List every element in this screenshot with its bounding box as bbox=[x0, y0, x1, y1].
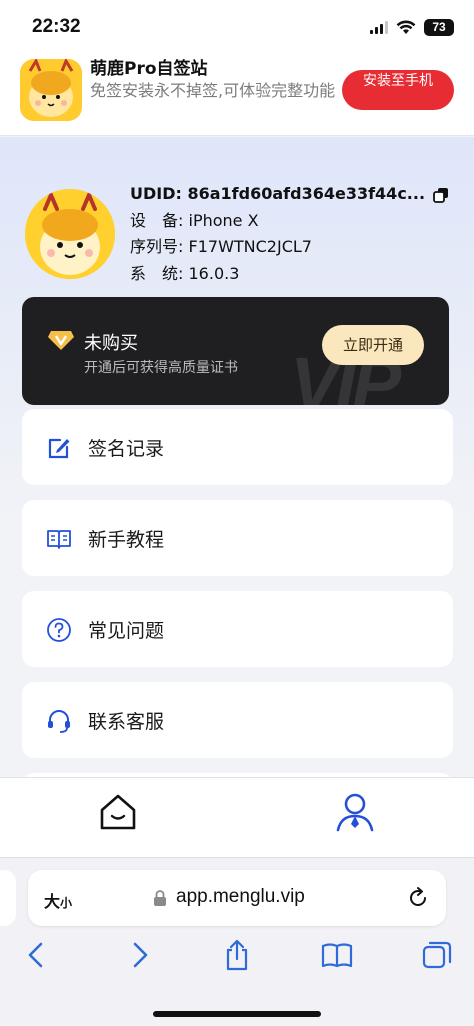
previous-tab-peek[interactable] bbox=[0, 870, 16, 926]
edit-icon bbox=[48, 438, 70, 459]
vip-status-title: 未购买 bbox=[84, 333, 138, 354]
headset-icon bbox=[48, 710, 70, 733]
app-logo-icon bbox=[20, 59, 82, 121]
system-row: 系 统: 16.0.3 bbox=[130, 261, 425, 288]
udid-row: UDID: 86a1fd60afd364e33f44c... bbox=[130, 181, 425, 208]
book-icon bbox=[47, 530, 71, 549]
menu-item-customer-service[interactable]: 联系客服 bbox=[22, 682, 453, 758]
wifi-icon bbox=[396, 20, 416, 34]
text-size-small: 小 bbox=[60, 896, 73, 910]
home-icon[interactable] bbox=[96, 790, 140, 834]
banner-title: 萌鹿Pro自签站 bbox=[90, 59, 208, 79]
udid-label: UDID: bbox=[130, 184, 182, 203]
copy-icon[interactable] bbox=[433, 187, 449, 203]
menu-item-label: 签名记录 bbox=[88, 438, 165, 460]
device-row: 设 备: iPhone X bbox=[130, 208, 425, 235]
banner-description: 免签安装永不掉签,可体验完整功能 bbox=[90, 81, 336, 100]
udid-value: 86a1fd60afd364e33f44c... bbox=[187, 184, 426, 203]
menu-item-tutorial[interactable]: 新手教程 bbox=[22, 500, 453, 576]
app-install-banner: 萌鹿Pro自签站 免签安装永不掉签,可体验完整功能 安装至手机 bbox=[0, 52, 474, 136]
user-icon[interactable] bbox=[333, 790, 377, 834]
cellular-signal-icon bbox=[370, 21, 388, 34]
question-icon bbox=[47, 618, 71, 642]
tab-bar bbox=[0, 777, 474, 857]
bookmarks-icon[interactable] bbox=[320, 938, 354, 972]
back-icon[interactable] bbox=[20, 938, 54, 972]
home-indicator bbox=[153, 1011, 321, 1017]
device-value: iPhone X bbox=[188, 210, 259, 230]
install-to-phone-button[interactable]: 安装至手机 bbox=[342, 70, 454, 110]
url-text: app.menglu.vip bbox=[176, 886, 305, 907]
tabs-icon[interactable] bbox=[420, 938, 454, 972]
device-label: 设 备: bbox=[130, 210, 184, 230]
device-info: UDID: 86a1fd60afd364e33f44c... 设 备: iPho… bbox=[130, 181, 425, 287]
text-size-big: 大 bbox=[44, 892, 61, 911]
vip-badge-icon bbox=[48, 331, 74, 350]
status-indicators: 73 bbox=[370, 19, 454, 36]
reload-icon[interactable] bbox=[406, 886, 430, 910]
status-time: 22:32 bbox=[32, 16, 81, 37]
menu-item-faq[interactable]: 常见问题 bbox=[22, 591, 453, 667]
status-bar: 22:32 73 bbox=[0, 0, 474, 52]
battery-indicator: 73 bbox=[424, 19, 454, 36]
lock-icon bbox=[154, 890, 166, 906]
system-label: 系 统: bbox=[130, 263, 184, 283]
system-value: 16.0.3 bbox=[188, 263, 240, 283]
share-icon[interactable] bbox=[220, 938, 254, 972]
forward-icon[interactable] bbox=[122, 938, 156, 972]
vip-subtitle: 开通后可获得高质量证书 bbox=[84, 360, 238, 376]
vip-card: VIP 未购买 开通后可获得高质量证书 立即开通 bbox=[22, 297, 449, 405]
browser-toolbar: 大小 app.menglu.vip bbox=[0, 857, 474, 1026]
main-content: UDID: 86a1fd60afd364e33f44c... 设 备: iPho… bbox=[0, 137, 474, 777]
menu-item-label: 常见问题 bbox=[88, 620, 165, 642]
menu-item-sign-records[interactable]: 签名记录 bbox=[22, 409, 453, 485]
menu-item-label: 联系客服 bbox=[88, 711, 165, 733]
serial-value: F17WTNC2JCL7 bbox=[188, 237, 312, 256]
serial-row: 序列号: F17WTNC2JCL7 bbox=[130, 234, 425, 261]
serial-label: 序列号: bbox=[130, 237, 184, 256]
text-size-button[interactable]: 大小 bbox=[44, 888, 72, 912]
address-bar[interactable]: 大小 app.menglu.vip bbox=[28, 870, 446, 926]
menu-item-label: 新手教程 bbox=[88, 529, 165, 551]
avatar bbox=[25, 189, 115, 279]
activate-vip-button[interactable]: 立即开通 bbox=[322, 325, 424, 365]
